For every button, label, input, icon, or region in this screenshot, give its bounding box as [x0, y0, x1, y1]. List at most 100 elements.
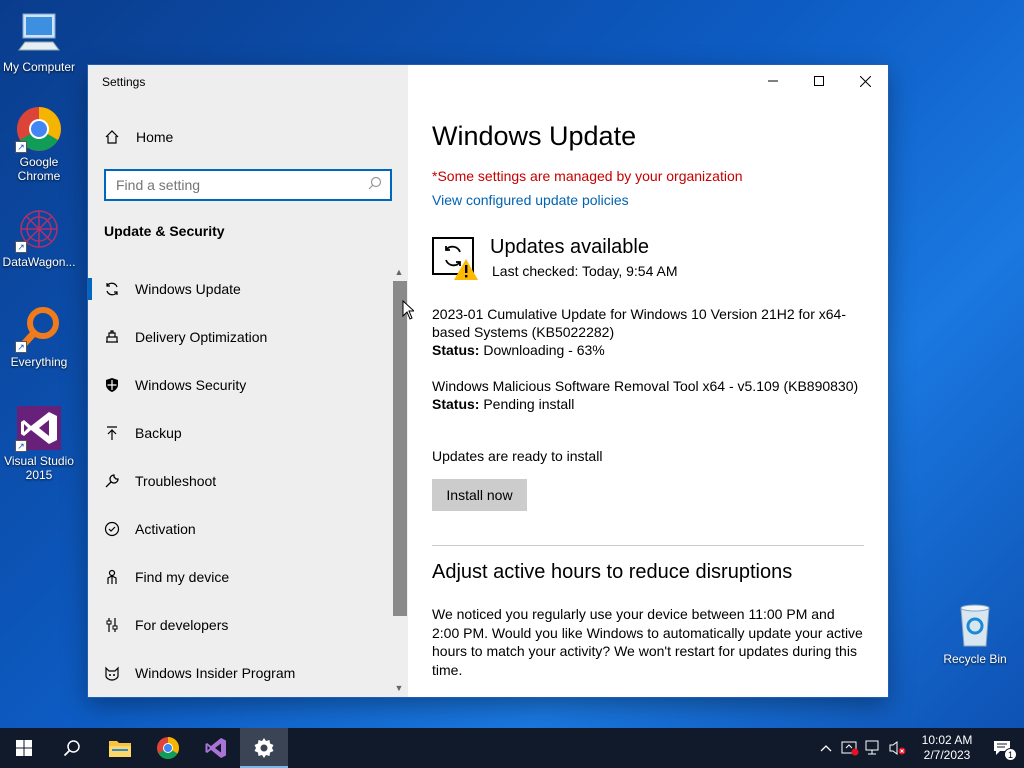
active-hours-heading: Adjust active hours to reduce disruption…: [432, 561, 793, 583]
search-icon: [368, 176, 382, 195]
page-title: Windows Update: [432, 121, 637, 151]
sidebar-item-label: Activation: [135, 521, 196, 537]
desktop-icon-google-chrome[interactable]: ↗ Google Chrome: [0, 105, 78, 183]
taskbar: 10:02 AM 2/7/2023 1: [0, 728, 1024, 768]
sidebar-item-label: For developers: [135, 617, 229, 633]
desktop-icon-label: My Computer: [2, 60, 76, 74]
taskbar-chrome[interactable]: [144, 728, 192, 768]
ready-text: Updates are ready to install: [432, 448, 603, 464]
insider-cat-icon: [104, 665, 120, 681]
sidebar-item-label: Windows Security: [135, 377, 247, 393]
recycle-bin-icon: [951, 600, 999, 648]
shortcut-arrow-icon: ↗: [15, 241, 27, 253]
tray-security-icon-button[interactable]: [838, 728, 862, 768]
desktop-icon-label: DataWagon...: [2, 255, 76, 269]
search-box[interactable]: [104, 169, 392, 201]
desktop-icon-everything[interactable]: ↗ Everything: [0, 305, 78, 369]
desktop-icon-visual-studio[interactable]: ↗ Visual Studio 2015: [0, 404, 78, 482]
clock-date: 2/7/2023: [923, 748, 971, 762]
sidebar-item-for-developers[interactable]: For developers: [88, 601, 392, 649]
wrench-icon: [104, 473, 120, 489]
desktop-icon-my-computer[interactable]: My Computer: [0, 10, 78, 74]
desktop-icon-label: Everything: [10, 355, 68, 369]
settings-gear-icon: [254, 738, 274, 758]
tray-network-button[interactable]: [862, 728, 886, 768]
scroll-thumb[interactable]: [393, 281, 407, 616]
visual-studio-icon: ↗: [15, 404, 63, 452]
taskbar-visual-studio[interactable]: [192, 728, 240, 768]
update-warning-icon: [432, 237, 478, 281]
close-button[interactable]: [842, 65, 888, 97]
close-icon: [859, 75, 871, 87]
maximize-icon: [814, 76, 824, 86]
everything-search-icon: ↗: [15, 305, 63, 353]
update-item: 2023-01 Cumulative Update for Windows 10…: [432, 305, 862, 359]
sidebar-item-label: Windows Insider Program: [135, 665, 296, 681]
home-icon: [104, 129, 120, 145]
delivery-icon: [104, 329, 120, 345]
update-status-line: Status: Pending install: [432, 395, 862, 413]
check-circle-icon: [104, 521, 120, 537]
sidebar-item-label: Windows Update: [135, 281, 241, 297]
sidebar-item-backup[interactable]: Backup: [88, 409, 392, 457]
update-status: Updates available Last checked: Today, 9…: [432, 235, 862, 285]
file-explorer-icon: [109, 741, 131, 757]
maximize-button[interactable]: [796, 65, 842, 97]
computer-icon: [15, 10, 63, 58]
sidebar-scrollbar[interactable]: ▲ ▼: [392, 265, 407, 695]
sync-icon: [104, 281, 120, 297]
settings-sidebar: Settings Home Update & Security Windows …: [88, 65, 408, 697]
tray-volume-button[interactable]: [886, 728, 910, 768]
search-icon: [63, 740, 80, 757]
status-value: Pending install: [483, 396, 575, 412]
desktop-icon-datawagon[interactable]: ↗ DataWagon...: [0, 205, 78, 269]
update-name: Windows Malicious Software Removal Tool …: [432, 378, 859, 394]
system-tray: 10:02 AM 2/7/2023 1: [814, 728, 1024, 768]
mouse-cursor-icon: [402, 299, 416, 320]
section-title: Update & Security: [104, 223, 225, 239]
start-icon: [16, 740, 32, 756]
status-label: Status:: [432, 396, 480, 412]
minimize-button[interactable]: [750, 65, 796, 97]
sidebar-item-troubleshoot[interactable]: Troubleshoot: [88, 457, 392, 505]
action-center-button[interactable]: 1: [980, 728, 1024, 768]
sidebar-item-find-my-device[interactable]: Find my device: [88, 553, 392, 601]
sidebar-item-windows-insider[interactable]: Windows Insider Program: [88, 649, 392, 697]
status-label: Status:: [432, 342, 480, 358]
settings-window: Settings Home Update & Security Windows …: [88, 65, 888, 697]
window-title: Settings: [102, 75, 146, 89]
taskbar-file-explorer[interactable]: [96, 728, 144, 768]
desktop-icon-recycle-bin[interactable]: Recycle Bin: [936, 600, 1014, 666]
search-input[interactable]: [116, 177, 368, 193]
sidebar-item-delivery-optimization[interactable]: Delivery Optimization: [88, 313, 392, 361]
sidebar-item-windows-security[interactable]: Windows Security: [88, 361, 392, 409]
sidebar-item-windows-update[interactable]: Windows Update: [88, 265, 392, 313]
scroll-up-icon[interactable]: ▲: [392, 265, 406, 279]
taskbar-clock[interactable]: 10:02 AM 2/7/2023: [914, 733, 980, 763]
update-name: 2023-01 Cumulative Update for Windows 10…: [432, 306, 846, 340]
taskbar-search-button[interactable]: [48, 728, 96, 768]
sidebar-item-activation[interactable]: Activation: [88, 505, 392, 553]
shield-icon: [104, 377, 120, 393]
volume-muted-icon: [889, 741, 906, 755]
org-managed-note: *Some settings are managed by your organ…: [432, 168, 743, 184]
status-title: Updates available: [490, 236, 649, 258]
scroll-down-icon[interactable]: ▼: [392, 681, 406, 695]
shortcut-arrow-icon: ↗: [15, 341, 27, 353]
chrome-icon: ↗: [15, 105, 63, 153]
sidebar-item-label: Delivery Optimization: [135, 329, 268, 345]
home-nav-item[interactable]: Home: [104, 129, 173, 145]
shortcut-arrow-icon: ↗: [15, 141, 27, 153]
show-hidden-icons-button[interactable]: [814, 728, 838, 768]
chevron-up-icon: [820, 745, 832, 752]
install-now-button[interactable]: Install now: [432, 479, 527, 511]
security-alert-icon: [841, 741, 859, 756]
shortcut-arrow-icon: ↗: [15, 440, 27, 452]
update-item: Windows Malicious Software Removal Tool …: [432, 377, 862, 413]
policy-link[interactable]: View configured update policies: [432, 192, 629, 208]
start-button[interactable]: [0, 728, 48, 768]
last-checked: Last checked: Today, 9:54 AM: [492, 263, 678, 279]
datawagon-icon: ↗: [15, 205, 63, 253]
taskbar-settings[interactable]: [240, 728, 288, 768]
status-value: Downloading - 63%: [483, 342, 605, 358]
